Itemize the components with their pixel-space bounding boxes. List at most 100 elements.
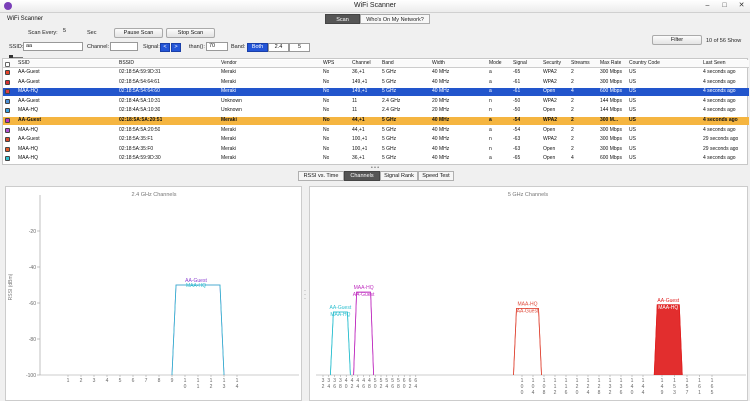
cell-mode: a <box>489 88 492 95</box>
column-header-width[interactable]: Width <box>432 60 445 68</box>
column-header-bssid[interactable]: BSSID <box>119 60 134 68</box>
signal-greater-than-button[interactable]: > <box>171 43 181 52</box>
cell-signal: -63 <box>513 136 521 143</box>
band-both-button[interactable]: Both <box>247 43 268 52</box>
x-tick-label: 2 <box>409 384 412 390</box>
cell-band: 5 GHz <box>382 126 397 133</box>
cell-security: WPA2 <box>543 117 558 123</box>
row-checkbox[interactable] <box>5 89 10 95</box>
cell-signal: -54 <box>513 126 521 133</box>
series-label: MAA-HQ <box>330 312 350 318</box>
cell-security: WPA2 <box>543 136 557 143</box>
column-header-max-rate[interactable]: Max Rate <box>600 60 621 68</box>
cell-wps: No <box>323 136 330 143</box>
x-tick-label: 1 <box>197 384 200 390</box>
band-5-button[interactable]: 5 <box>289 43 310 52</box>
cell-max-rate: 300 Mbps <box>600 136 622 143</box>
signal-threshold-input[interactable]: 70 <box>206 42 228 51</box>
tab-whos-on-my-network[interactable]: Who's On My Network? <box>360 14 430 24</box>
table-row[interactable]: AA-Guest 02:18:5A:54:64:61 Meraki No 149,+1 5… <box>3 79 749 87</box>
tab-scan[interactable]: Scan <box>325 14 360 24</box>
table-row[interactable]: MAA-HQ 02:18:4A:5A:10:30 Unknown No 11 2.4 GH… <box>3 107 749 115</box>
column-header-ssid[interactable]: SSID <box>18 60 30 68</box>
x-tick-label: 0 <box>521 390 524 396</box>
row-checkbox[interactable] <box>5 146 10 152</box>
cell-security: Open <box>543 126 556 133</box>
column-header-wps[interactable]: WPS <box>323 60 334 68</box>
x-tick-label: 2 <box>351 384 354 390</box>
splitter-handle[interactable]: • • • <box>370 165 380 171</box>
tab-channels[interactable]: Channels <box>344 171 380 181</box>
cell-vendor: Meraki <box>221 78 237 85</box>
scan-every-label: Scan Every: <box>28 30 58 36</box>
x-tick-label: 2 <box>380 384 383 390</box>
minimize-button[interactable]: – <box>701 1 714 11</box>
column-header-streams[interactable]: Streams <box>571 60 590 68</box>
pause-scan-button[interactable]: Pause Scan <box>114 28 163 38</box>
maximize-button[interactable]: □ <box>718 1 731 11</box>
column-header-band[interactable]: Band <box>382 60 394 68</box>
row-checkbox[interactable] <box>5 79 10 85</box>
ssid-filter-input[interactable]: aa <box>23 42 83 51</box>
filter-button[interactable]: Filter <box>652 35 702 45</box>
cell-signal: -65 <box>513 155 521 162</box>
row-checkbox[interactable] <box>5 127 10 133</box>
scan-every-value[interactable]: 5 <box>61 28 81 37</box>
window-title: WiFi Scanner <box>353 2 396 9</box>
series-label: MAA-HQ <box>186 283 206 289</box>
row-checkbox[interactable] <box>5 156 10 162</box>
row-checkbox[interactable] <box>5 108 10 114</box>
cell-bssid: 02:18:5A:54:64:60 <box>119 88 160 95</box>
column-header-signal[interactable]: Signal <box>513 60 527 68</box>
column-header-channel[interactable]: Channel <box>352 60 371 68</box>
cell-max-rate: 600 Mbps <box>600 155 622 162</box>
table-row[interactable]: AA-Guest 02:18:4A:5A:10:31 Unknown No 11 2.4 … <box>3 98 749 106</box>
x-tick-label: 6 <box>132 378 135 384</box>
table-row[interactable]: AA-Guest 02:18:5A:5A:20:51 Meraki No 44,+1 5 … <box>3 117 749 125</box>
tab-rssi-vs-time[interactable]: RSSI vs. Time <box>298 171 344 181</box>
column-header-security[interactable]: Security <box>543 60 561 68</box>
table-row[interactable]: MAA-HQ 02:18:5A:5A:20:50 Meraki No 44,+1 5 GH… <box>3 127 749 135</box>
x-tick-label: 8 <box>397 384 400 390</box>
cell-country: US <box>629 126 636 133</box>
signal-curve <box>513 308 542 376</box>
table-row[interactable]: MAA-HQ 02:18:5A:35:F0 Meraki No 100,+1 5 GHz 4… <box>3 146 749 154</box>
cell-security: Open <box>543 88 556 95</box>
band-2-4-button[interactable]: 2.4 <box>268 43 289 52</box>
cell-streams: 4 <box>571 88 574 95</box>
signal-less-than-button[interactable]: < <box>160 43 170 52</box>
row-checkbox[interactable] <box>5 137 10 143</box>
stop-scan-button[interactable]: Stop Scan <box>166 28 215 38</box>
table-row[interactable]: MAA-HQ 02:18:5A:54:64:60 Meraki No 149,+1 5 G… <box>3 88 749 96</box>
close-button[interactable]: ✕ <box>735 1 748 11</box>
app-menu-label: WiFi Scanner <box>7 16 44 22</box>
column-header-mode[interactable]: Mode <box>489 60 502 68</box>
table-row[interactable]: MAA-HQ 02:18:5A:59:9D:30 Meraki No 36,+1 5 GH… <box>3 155 749 163</box>
select-all-checkbox[interactable] <box>5 61 10 67</box>
x-tick-label: 4 <box>532 390 535 396</box>
cell-country: US <box>629 145 636 152</box>
x-tick-label: 2 <box>210 384 213 390</box>
channel-filter-input[interactable] <box>110 42 138 51</box>
tab-speed-test[interactable]: Speed Test <box>418 171 454 181</box>
series-label: AA-Guest <box>353 292 375 298</box>
row-checkbox[interactable] <box>5 70 10 75</box>
x-tick-label: 0 <box>403 384 406 390</box>
x-tick-label: 4 <box>414 384 417 390</box>
x-tick-label: 1 <box>67 378 70 384</box>
column-header-vendor[interactable]: Vendor <box>221 60 237 68</box>
cell-last-seen: 4 seconds ago <box>703 126 736 133</box>
cell-channel: 11 <box>352 107 358 114</box>
cell-streams: 2 <box>571 78 574 85</box>
row-checkbox[interactable] <box>5 98 10 104</box>
column-header-country-code[interactable]: Country Code <box>629 60 660 68</box>
table-row[interactable]: AA-Guest 02:18:5A:59:9D:31 Meraki No 36,+1 5 … <box>3 69 749 77</box>
table-row[interactable]: AA-Guest 02:18:5A:35:F1 Meraki No 100,+1 5 GH… <box>3 136 749 144</box>
column-header-last-seen[interactable]: Last Seen <box>703 60 726 68</box>
x-tick-label: 6 <box>620 390 623 396</box>
tab-signal-rank[interactable]: Signal Rank <box>380 171 418 181</box>
y-tick-label: -20 <box>29 229 36 235</box>
cell-width: 40 MHz <box>432 145 450 152</box>
row-checkbox[interactable] <box>5 118 10 123</box>
chart-divider-handle[interactable]: · · · <box>303 288 307 302</box>
